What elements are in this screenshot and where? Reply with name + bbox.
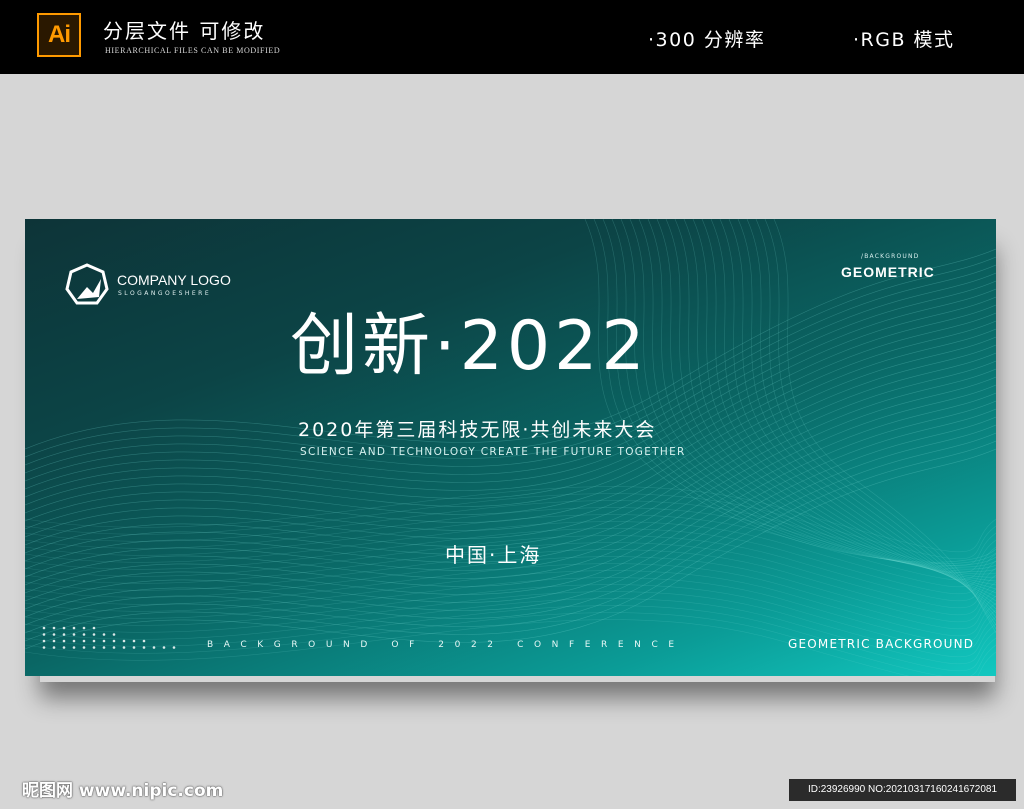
pattern-dot <box>52 639 56 643</box>
pattern-dot <box>72 633 76 636</box>
main-title: 创新·2022 <box>290 307 649 386</box>
pattern-dot <box>62 646 66 649</box>
pattern-dot <box>152 646 156 649</box>
pattern-dot <box>42 639 46 643</box>
pattern-dot <box>92 626 96 630</box>
site-watermark: 昵图网 www.nipic.com <box>22 781 224 801</box>
pattern-dot <box>162 646 166 649</box>
pattern-dot <box>142 639 146 643</box>
pattern-dot <box>172 646 176 649</box>
wave-line <box>647 219 996 578</box>
pattern-dot <box>82 626 86 630</box>
conference-caption: BACKGROUND OF 2022 CONFERENCE <box>207 640 685 650</box>
pattern-dot <box>42 626 46 630</box>
pattern-dot <box>92 633 96 636</box>
top-bar: Ai 分层文件 可修改 HIERARCHICAL FILES CAN BE MO… <box>0 0 1024 74</box>
pattern-dot <box>82 639 86 643</box>
pattern-dot <box>62 626 66 630</box>
file-info-title: 分层文件 可修改 <box>103 19 266 43</box>
background-label: /BACKGROUND <box>861 253 920 260</box>
pattern-dot <box>62 639 66 643</box>
pattern-dot <box>112 639 116 643</box>
resolution-spec: ·300 分辨率 <box>648 29 766 51</box>
subtitle-chinese: 2020年第三届科技无限·共创未来大会 <box>298 419 657 441</box>
pattern-dot <box>82 646 86 649</box>
pattern-dot <box>112 646 116 649</box>
pattern-dot <box>72 646 76 649</box>
pattern-dot <box>132 639 136 643</box>
pattern-dot <box>62 633 66 636</box>
company-logo-icon <box>65 263 109 305</box>
pattern-dot <box>72 626 76 630</box>
pattern-dot <box>42 633 46 636</box>
wave-line <box>665 219 996 586</box>
file-info-subtitle: HIERARCHICAL FILES CAN BE MODIFIED <box>105 46 281 55</box>
wave-line <box>674 219 996 590</box>
color-mode-spec: ·RGB 模式 <box>853 29 955 51</box>
geometric-background-caption: GEOMETRIC BACKGROUND <box>788 637 975 651</box>
wave-line <box>656 219 996 582</box>
pattern-dot <box>102 639 106 643</box>
pattern-dot <box>82 633 86 636</box>
geometric-label: GEOMETRIC <box>841 264 935 280</box>
pattern-dot <box>42 646 46 649</box>
pattern-dot <box>52 646 56 649</box>
pattern-dot <box>92 646 96 649</box>
pattern-dot <box>52 626 56 630</box>
pattern-dot <box>142 646 146 649</box>
pattern-dot <box>72 639 76 643</box>
company-logo-text: COMPANY LOGO <box>117 272 231 288</box>
image-id-watermark: ID:23926990 NO:20210317160241672081 <box>789 779 1016 801</box>
pattern-dot <box>132 646 136 649</box>
company-slogan: SLOGANGOESHERE <box>118 290 212 297</box>
pattern-dot <box>122 646 126 649</box>
pattern-dot <box>92 639 96 643</box>
wave-line <box>764 219 996 630</box>
pattern-dot <box>102 633 106 636</box>
wave-line <box>611 219 996 568</box>
banner-artwork: COMPANY LOGO SLOGANGOESHERE /BACKGROUND … <box>25 219 996 676</box>
pattern-dot <box>112 633 116 636</box>
event-location: 中国·上海 <box>445 543 542 567</box>
pattern-dot <box>52 633 56 636</box>
pattern-dot <box>102 646 106 649</box>
pattern-dot <box>122 639 126 643</box>
dot-pattern-graphic <box>42 626 176 649</box>
illustrator-icon: Ai <box>37 13 81 57</box>
subtitle-english: SCIENCE AND TECHNOLOGY CREATE THE FUTURE… <box>300 446 686 458</box>
